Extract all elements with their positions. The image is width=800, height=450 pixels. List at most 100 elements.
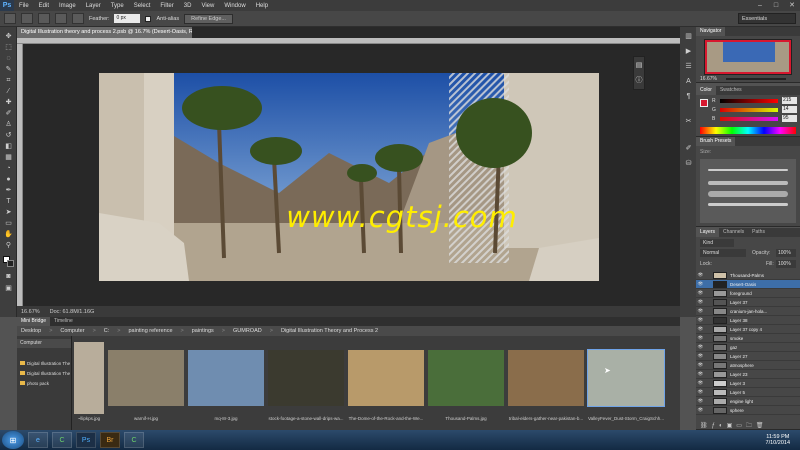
add-selection-button[interactable] [38,13,50,24]
thumbnail-item[interactable]: ~llipkps.jpg [74,340,104,426]
visibility-eye-icon[interactable]: 👁 [696,299,705,305]
thumbnail-item[interactable]: warnif-H.jpg [108,340,184,426]
quick-mask-icon[interactable]: ◙ [3,272,14,281]
type-tool-icon[interactable]: T [3,197,14,206]
stamp-tool-icon[interactable]: ♙ [3,120,14,129]
foreground-color-chip[interactable] [700,99,708,107]
navigator-zoom-slider[interactable] [726,78,786,80]
layer-row[interactable]: 👁 Layer 3 [696,379,800,388]
tab-timeline[interactable]: Timeline [50,317,77,326]
info-icon[interactable]: ⓘ [634,75,644,85]
layer-row[interactable]: 👁 Layer 27 [696,352,800,361]
new-selection-button[interactable] [21,13,33,24]
folder-item[interactable]: Digital Illustration The [17,358,71,368]
taskbar-recorder-icon[interactable]: C [124,432,144,448]
menu-filter[interactable]: Filter [155,3,178,9]
thumbnail-item[interactable]: The-Dome-of-the-Rock-and-the-We... [348,340,424,426]
visibility-eye-icon[interactable]: 👁 [696,407,705,413]
layer-row[interactable]: 👁 foreground [696,289,800,298]
visibility-eye-icon[interactable]: 👁 [696,335,705,341]
properties-icon[interactable]: ☰ [684,63,693,71]
layer-row[interactable]: 👁 Layer 38 [696,316,800,325]
path-select-tool-icon[interactable]: ➤ [3,208,14,217]
layer-row[interactable]: 👁 atmosphere [696,361,800,370]
visibility-eye-icon[interactable]: 👁 [696,308,705,314]
taskbar-ie-icon[interactable]: e [28,432,48,448]
layer-kind-filter[interactable]: Kind [700,239,734,247]
tab-brush-presets[interactable]: Brush Presets [696,137,736,146]
zoom-tool-icon[interactable]: ⚲ [3,241,14,250]
visibility-eye-icon[interactable]: 👁 [696,389,705,395]
minimize-button[interactable]: – [752,0,768,11]
folder-header[interactable]: Computer [17,339,71,348]
document-canvas[interactable] [99,73,599,281]
menu-window[interactable]: Window [219,3,250,9]
thumbnail-item[interactable]: mq-8r-3.jpg [188,340,264,426]
color-b-slider[interactable] [720,117,778,121]
layer-row[interactable]: 👁 Layer 37 [696,298,800,307]
doc-size[interactable]: Doc: 61.8M/1.16G [50,309,95,315]
visibility-eye-icon[interactable]: 👁 [696,281,705,287]
thumbnail-item[interactable]: Thousand-Palms.jpg [428,340,504,426]
visibility-eye-icon[interactable]: 👁 [696,353,705,359]
screen-mode-icon[interactable]: ▣ [3,284,14,293]
visibility-eye-icon[interactable]: 👁 [696,344,705,350]
tab-channels[interactable]: Channels [719,228,748,237]
layer-row[interactable]: 👁 cranium-jan-hola... [696,307,800,316]
tools-preset-icon[interactable]: ✂ [684,118,693,126]
layer-row[interactable]: 👁 Thousand-Palms [696,271,800,280]
workspace-select[interactable]: Essentials [738,13,796,24]
navigator-thumbnail[interactable] [704,39,792,75]
breadcrumb-item[interactable]: Desktop [21,328,41,334]
paragraph-icon[interactable]: ¶ [684,93,693,101]
color-g-value[interactable]: 14 [782,106,797,113]
layer-footer-buttons[interactable]: ⛓ƒ◐▣▭🗀🗑 [700,421,796,429]
feather-input[interactable]: 0 px [114,14,141,23]
breadcrumb-item[interactable]: Digital Illustration Theory and Process … [281,328,378,334]
blend-mode-select[interactable]: Normal [700,249,746,257]
taskbar-camtasia-icon[interactable]: C [52,432,72,448]
color-spectrum-bar[interactable] [700,127,796,134]
maximize-button[interactable]: □ [768,0,784,11]
healing-tool-icon[interactable]: ✚ [3,98,14,107]
character-icon[interactable]: A [684,78,693,86]
layer-row[interactable]: 👁 Layer 23 [696,370,800,379]
menu-select[interactable]: Select [129,3,156,9]
tab-layers[interactable]: Layers [696,228,720,237]
menu-view[interactable]: View [196,3,219,9]
move-tool-icon[interactable]: ✥ [3,32,14,41]
layer-row[interactable]: 👁 smoke [696,334,800,343]
eyedropper-tool-icon[interactable]: ⁄ [3,87,14,96]
breadcrumb-item[interactable]: GUMROAD [233,328,262,334]
actions-icon[interactable]: ▶ [684,48,693,56]
gradient-tool-icon[interactable]: ▦ [3,153,14,162]
hand-tool-icon[interactable]: ✋ [3,230,14,239]
visibility-eye-icon[interactable]: 👁 [696,317,705,323]
visibility-eye-icon[interactable]: 👁 [696,290,705,296]
layer-row[interactable]: 👁 Desert-Oasis [696,280,800,289]
visibility-eye-icon[interactable]: 👁 [696,371,705,377]
history-icon[interactable]: ▥ [684,33,693,41]
subtract-selection-button[interactable] [55,13,67,24]
start-button-icon[interactable]: ⊞ [2,431,24,449]
layer-row[interactable]: 👁 sphere [696,406,800,415]
color-g-slider[interactable] [720,108,778,112]
menu-file[interactable]: File [14,3,34,9]
layer-row[interactable]: 👁 Layer 37 copy 4 [696,325,800,334]
brush-preset-list[interactable] [700,159,796,223]
marquee-tool-icon[interactable]: ⬚ [3,43,14,52]
menu-3d[interactable]: 3D [179,3,197,9]
fill-input[interactable]: 100% [776,260,796,268]
crop-tool-icon[interactable]: ⌗ [3,76,14,85]
brush-panel-icon[interactable]: ✐ [684,145,693,153]
eraser-tool-icon[interactable]: ◧ [3,142,14,151]
color-b-value[interactable]: 95 [782,115,797,122]
tab-swatches[interactable]: Swatches [716,86,746,95]
thumbnail-item[interactable]: stock-footage-a-stone-wall-drips-wa... [268,340,344,426]
taskbar-clock[interactable]: 11:59 PM 7/10/2014 [766,434,790,446]
menu-type[interactable]: Type [106,3,129,9]
breadcrumb-item[interactable]: painting reference [129,328,173,334]
visibility-eye-icon[interactable]: 👁 [696,398,705,404]
breadcrumb-item[interactable]: Computer [60,328,84,334]
tab-paths[interactable]: Paths [748,228,769,237]
